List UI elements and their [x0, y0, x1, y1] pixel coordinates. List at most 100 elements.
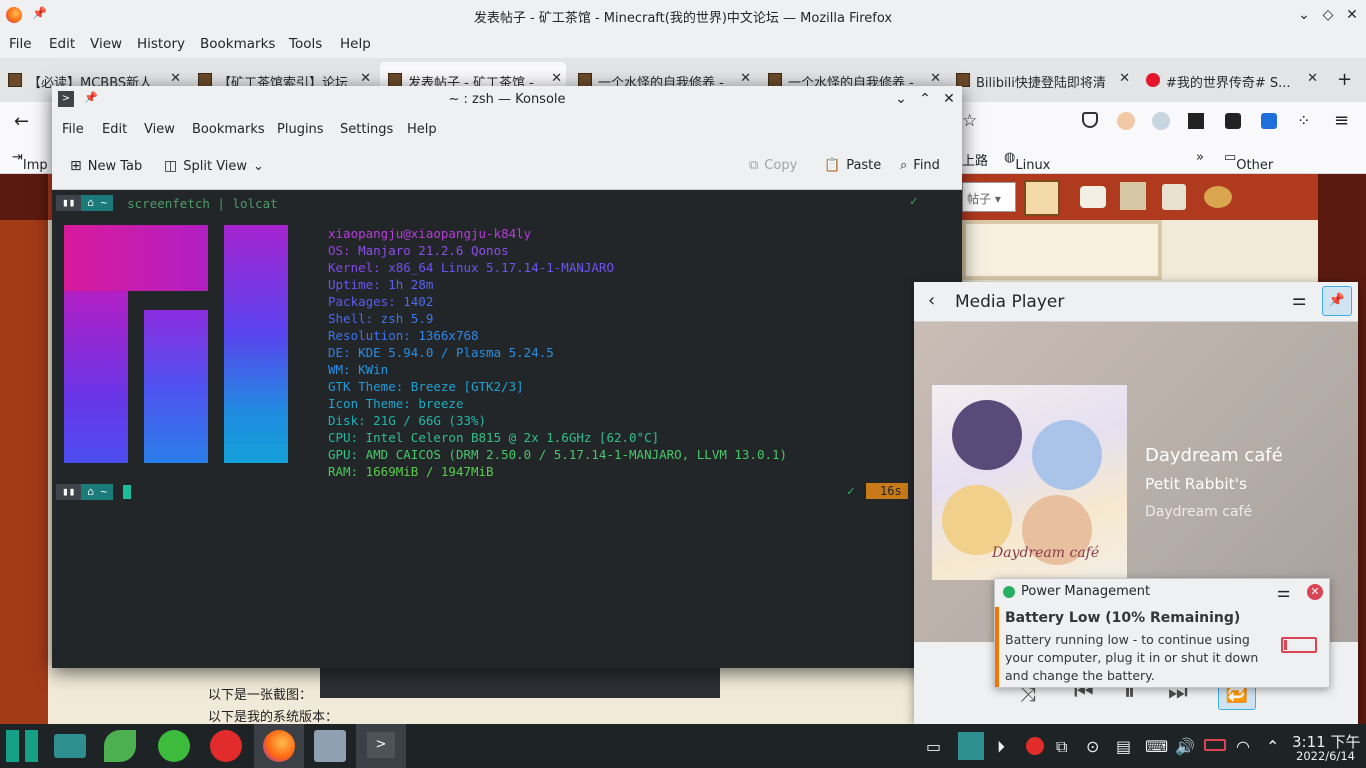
- menu-bookmarks[interactable]: Bookmarks: [192, 122, 265, 137]
- command-text: screenfetch | lolcat: [127, 195, 278, 211]
- find-button[interactable]: ⌕ Find: [900, 158, 940, 173]
- close-tab-icon[interactable]: ✕: [551, 71, 562, 86]
- app-leaf-icon[interactable]: [104, 730, 136, 762]
- album-character: [952, 400, 1022, 470]
- close-tab-icon[interactable]: ✕: [170, 71, 181, 86]
- extension-blue-icon[interactable]: [1261, 113, 1277, 129]
- screenshot-tool-icon[interactable]: [314, 730, 346, 762]
- menu-view[interactable]: View: [90, 36, 122, 52]
- clipboard-icon[interactable]: ▤: [1116, 737, 1131, 756]
- pin-icon[interactable]: 📌: [1322, 286, 1352, 316]
- minecraft-block-icon: [198, 73, 212, 87]
- konsole-window-title: ~ : zsh — Konsole: [448, 92, 566, 107]
- close-button[interactable]: ✕: [1342, 5, 1362, 25]
- close-tab-icon[interactable]: ✕: [930, 71, 941, 86]
- avatar-extension-icon-2[interactable]: [1152, 112, 1170, 130]
- block-icon[interactable]: [1120, 182, 1146, 210]
- konsole-taskbar-icon[interactable]: >: [356, 724, 406, 768]
- notification-close-icon[interactable]: ✕: [1307, 584, 1323, 600]
- potion-icon[interactable]: [1162, 184, 1186, 210]
- new-tab-button[interactable]: ⊞ New Tab: [70, 158, 142, 174]
- copy-button[interactable]: ⧉ Copy: [749, 158, 797, 173]
- battery-tray-icon[interactable]: [1204, 739, 1226, 751]
- logo-block-right: [224, 225, 288, 463]
- network-tray-icon[interactable]: ⧉: [1056, 737, 1067, 757]
- pocket-icon[interactable]: [1082, 112, 1098, 128]
- tab[interactable]: Bilibili快捷登陆即将清 ✕: [948, 62, 1134, 98]
- chevron-up-icon[interactable]: ⌃: [1266, 737, 1279, 756]
- menu-file[interactable]: File: [62, 122, 84, 137]
- netease-tray-icon[interactable]: [1026, 737, 1044, 755]
- more-bookmarks-icon[interactable]: »: [1196, 150, 1204, 165]
- sysinfo-ram: RAM: 1669MiB / 1947MiB: [328, 464, 494, 479]
- netease-music-icon[interactable]: [210, 730, 242, 762]
- back-arrow-icon[interactable]: ←: [14, 111, 29, 132]
- clock-date[interactable]: 2022/6/14: [1296, 749, 1355, 763]
- bookmark-linux[interactable]: ◍ Linux解决双系统时间...: [1004, 150, 1050, 249]
- media-play-icon[interactable]: ⏵: [997, 737, 1005, 757]
- sysinfo-value: AMD CAICOS (DRM 2.50.0 / 5.17.14-1-MANJA…: [358, 447, 788, 462]
- menu-help[interactable]: Help: [407, 122, 437, 137]
- sysinfo-os: OS: Manjaro 21.2.6 Qonos: [328, 243, 509, 258]
- close-tab-icon[interactable]: ✕: [740, 71, 751, 86]
- user-avatar[interactable]: [1024, 180, 1060, 216]
- menu-tools[interactable]: Tools: [289, 36, 322, 52]
- battery-notification[interactable]: Power Management ⚌ ✕ Battery Low (10% Re…: [994, 578, 1330, 688]
- menu-file[interactable]: File: [9, 36, 32, 52]
- avatar-extension-icon[interactable]: [1117, 112, 1135, 130]
- menu-help[interactable]: Help: [340, 36, 371, 52]
- new-tab-icon[interactable]: +: [1337, 69, 1352, 90]
- keyboard-icon[interactable]: ⌨: [1145, 737, 1168, 756]
- close-tab-icon[interactable]: ✕: [1307, 71, 1318, 86]
- paste-button[interactable]: 📋 Paste: [824, 158, 881, 173]
- post-type-select[interactable]: 帖子 ▾: [962, 182, 1016, 212]
- back-arrow-icon[interactable]: ‹: [928, 290, 935, 311]
- firefox-window-title: 发表帖子 - 矿工茶馆 - Minecraft(我的世界)中文论坛 — Mozi…: [473, 11, 893, 26]
- tab-label: Bilibili快捷登陆即将清: [976, 76, 1106, 91]
- pager-icon[interactable]: [958, 732, 984, 760]
- album-art-title: Daydream café: [992, 545, 1100, 561]
- menu-history[interactable]: History: [137, 36, 185, 52]
- settings-sliders-icon[interactable]: ⚌: [1292, 290, 1306, 309]
- minimize-button[interactable]: ⌄: [891, 89, 911, 109]
- close-tab-icon[interactable]: ✕: [1119, 71, 1130, 86]
- firefox-taskbar-icon[interactable]: [254, 724, 304, 768]
- copy-icon: ⧉: [749, 158, 759, 173]
- bookmark-other[interactable]: ▭ Other Bookmarks: [1224, 150, 1309, 188]
- minimize-button[interactable]: ⌄: [1294, 5, 1314, 25]
- close-button[interactable]: ✕: [939, 89, 959, 109]
- hamburger-menu-icon[interactable]: ≡: [1334, 110, 1349, 131]
- split-view-button[interactable]: ◫ Split View ⌄: [164, 158, 264, 174]
- menu-view[interactable]: View: [144, 122, 175, 137]
- battery-level-fill: [1284, 640, 1287, 650]
- download-manager-icon[interactable]: [158, 730, 190, 762]
- extension-mask-icon[interactable]: [1225, 113, 1241, 129]
- file-manager-icon[interactable]: [54, 734, 86, 758]
- menu-settings[interactable]: Settings: [340, 122, 393, 137]
- extension-l-icon[interactable]: [1188, 113, 1204, 129]
- embedded-screenshot: [320, 668, 720, 698]
- sysinfo-key: Packages:: [328, 294, 396, 309]
- menu-bookmarks[interactable]: Bookmarks: [200, 36, 275, 52]
- menu-plugins[interactable]: Plugins: [277, 122, 324, 137]
- wifi-icon[interactable]: ◠: [1236, 737, 1250, 756]
- menu-edit[interactable]: Edit: [49, 36, 75, 52]
- manjaro-menu-icon[interactable]: [6, 730, 38, 762]
- close-tab-icon[interactable]: ✕: [360, 71, 371, 86]
- extensions-icon[interactable]: ⁘: [1297, 111, 1310, 130]
- maximize-button[interactable]: ⌃: [915, 89, 935, 109]
- bookmark-import[interactable]: ⇥ Imp: [12, 150, 48, 173]
- cookie-icon[interactable]: [1204, 186, 1232, 208]
- cake-icon[interactable]: [1080, 186, 1106, 208]
- firefox-logo-icon: [263, 730, 295, 762]
- notification-settings-icon[interactable]: ⚌: [1277, 583, 1290, 601]
- maximize-button[interactable]: ◇: [1318, 5, 1338, 25]
- menu-edit[interactable]: Edit: [102, 122, 127, 137]
- terminal-output[interactable]: ▮▮ ⌂ ~ screenfetch | lolcat ✓ xiaopangju…: [52, 190, 962, 668]
- updates-icon[interactable]: ⊙: [1086, 737, 1099, 756]
- bookmark-partial[interactable]: 上路: [962, 150, 988, 169]
- show-desktop-icon[interactable]: ▭: [926, 737, 941, 756]
- bookmark-star-icon[interactable]: ☆: [962, 111, 977, 131]
- tab[interactable]: #我的世界传奇# S... ✕: [1138, 62, 1322, 98]
- volume-icon[interactable]: 🔊: [1175, 737, 1195, 756]
